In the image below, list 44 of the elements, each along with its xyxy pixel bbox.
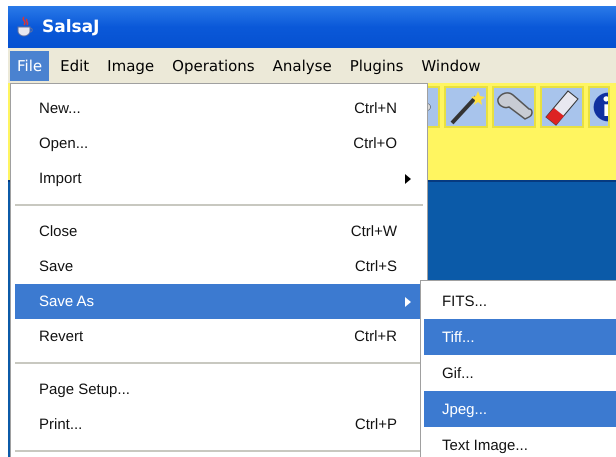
menu-item[interactable]: Import (15, 161, 423, 196)
menu-item[interactable]: Open... Ctrl+O (15, 126, 423, 161)
menu-item-label: Save (39, 258, 74, 275)
menu-item[interactable]: Save As (15, 284, 423, 319)
shortcut-label: Ctrl+R (354, 328, 397, 345)
shortcut-label: Ctrl+N (354, 100, 397, 117)
menu-item-label: Import (39, 170, 83, 187)
menu-item-label: Print... (39, 416, 84, 433)
menu-item[interactable]: Tiff... (424, 319, 616, 355)
menu-item[interactable]: Print... Ctrl+P (15, 407, 423, 442)
submenu-arrow-icon (405, 296, 411, 306)
menu-item-label: New... (39, 100, 82, 117)
menu-item[interactable]: Window (414, 50, 488, 80)
shortcut-label: Ctrl+O (353, 135, 397, 152)
window-title: SalsaJ (42, 17, 100, 37)
menu-item[interactable]: Page Setup... (15, 372, 423, 407)
menu-item[interactable]: Edit (53, 50, 96, 80)
menu-item[interactable]: Text Image... (424, 427, 616, 457)
menu-item[interactable]: Revert Ctrl+R (15, 319, 423, 354)
menu-item[interactable]: FITS... (424, 283, 616, 319)
submenu-arrow-icon (405, 174, 411, 184)
menu-item[interactable]: Jpeg... (424, 391, 616, 427)
menu-item[interactable]: Save Ctrl+S (15, 249, 423, 284)
wrench-icon[interactable] (492, 86, 536, 128)
menu-item-label: Page Setup... (39, 381, 131, 398)
menu-item-label: Open... (39, 135, 90, 152)
menu-item[interactable]: Image (100, 50, 162, 80)
magic-wand-icon[interactable] (444, 86, 488, 128)
menu-item-label: Save As (39, 293, 96, 310)
coffee-cup-icon (16, 16, 34, 38)
eraser-icon[interactable] (540, 86, 584, 128)
menu-item[interactable]: File (10, 50, 50, 80)
shortcut-label: Ctrl+P (354, 416, 397, 433)
info-icon[interactable] (588, 86, 610, 128)
menu-item[interactable]: Close Ctrl+W (15, 214, 423, 249)
shortcut-label: Ctrl+S (354, 258, 397, 275)
menu-item[interactable]: Plugins (342, 50, 410, 80)
shortcut-label: Ctrl+W (350, 223, 397, 240)
menu-item-label: Revert (39, 328, 84, 345)
menu-item-label: Close (39, 223, 78, 240)
menu-item[interactable]: Analyse (266, 50, 339, 80)
menu-item[interactable]: New... Ctrl+N (15, 91, 423, 126)
menu-item[interactable]: Operations (165, 50, 262, 80)
menu-item[interactable]: Gif... (424, 355, 616, 391)
